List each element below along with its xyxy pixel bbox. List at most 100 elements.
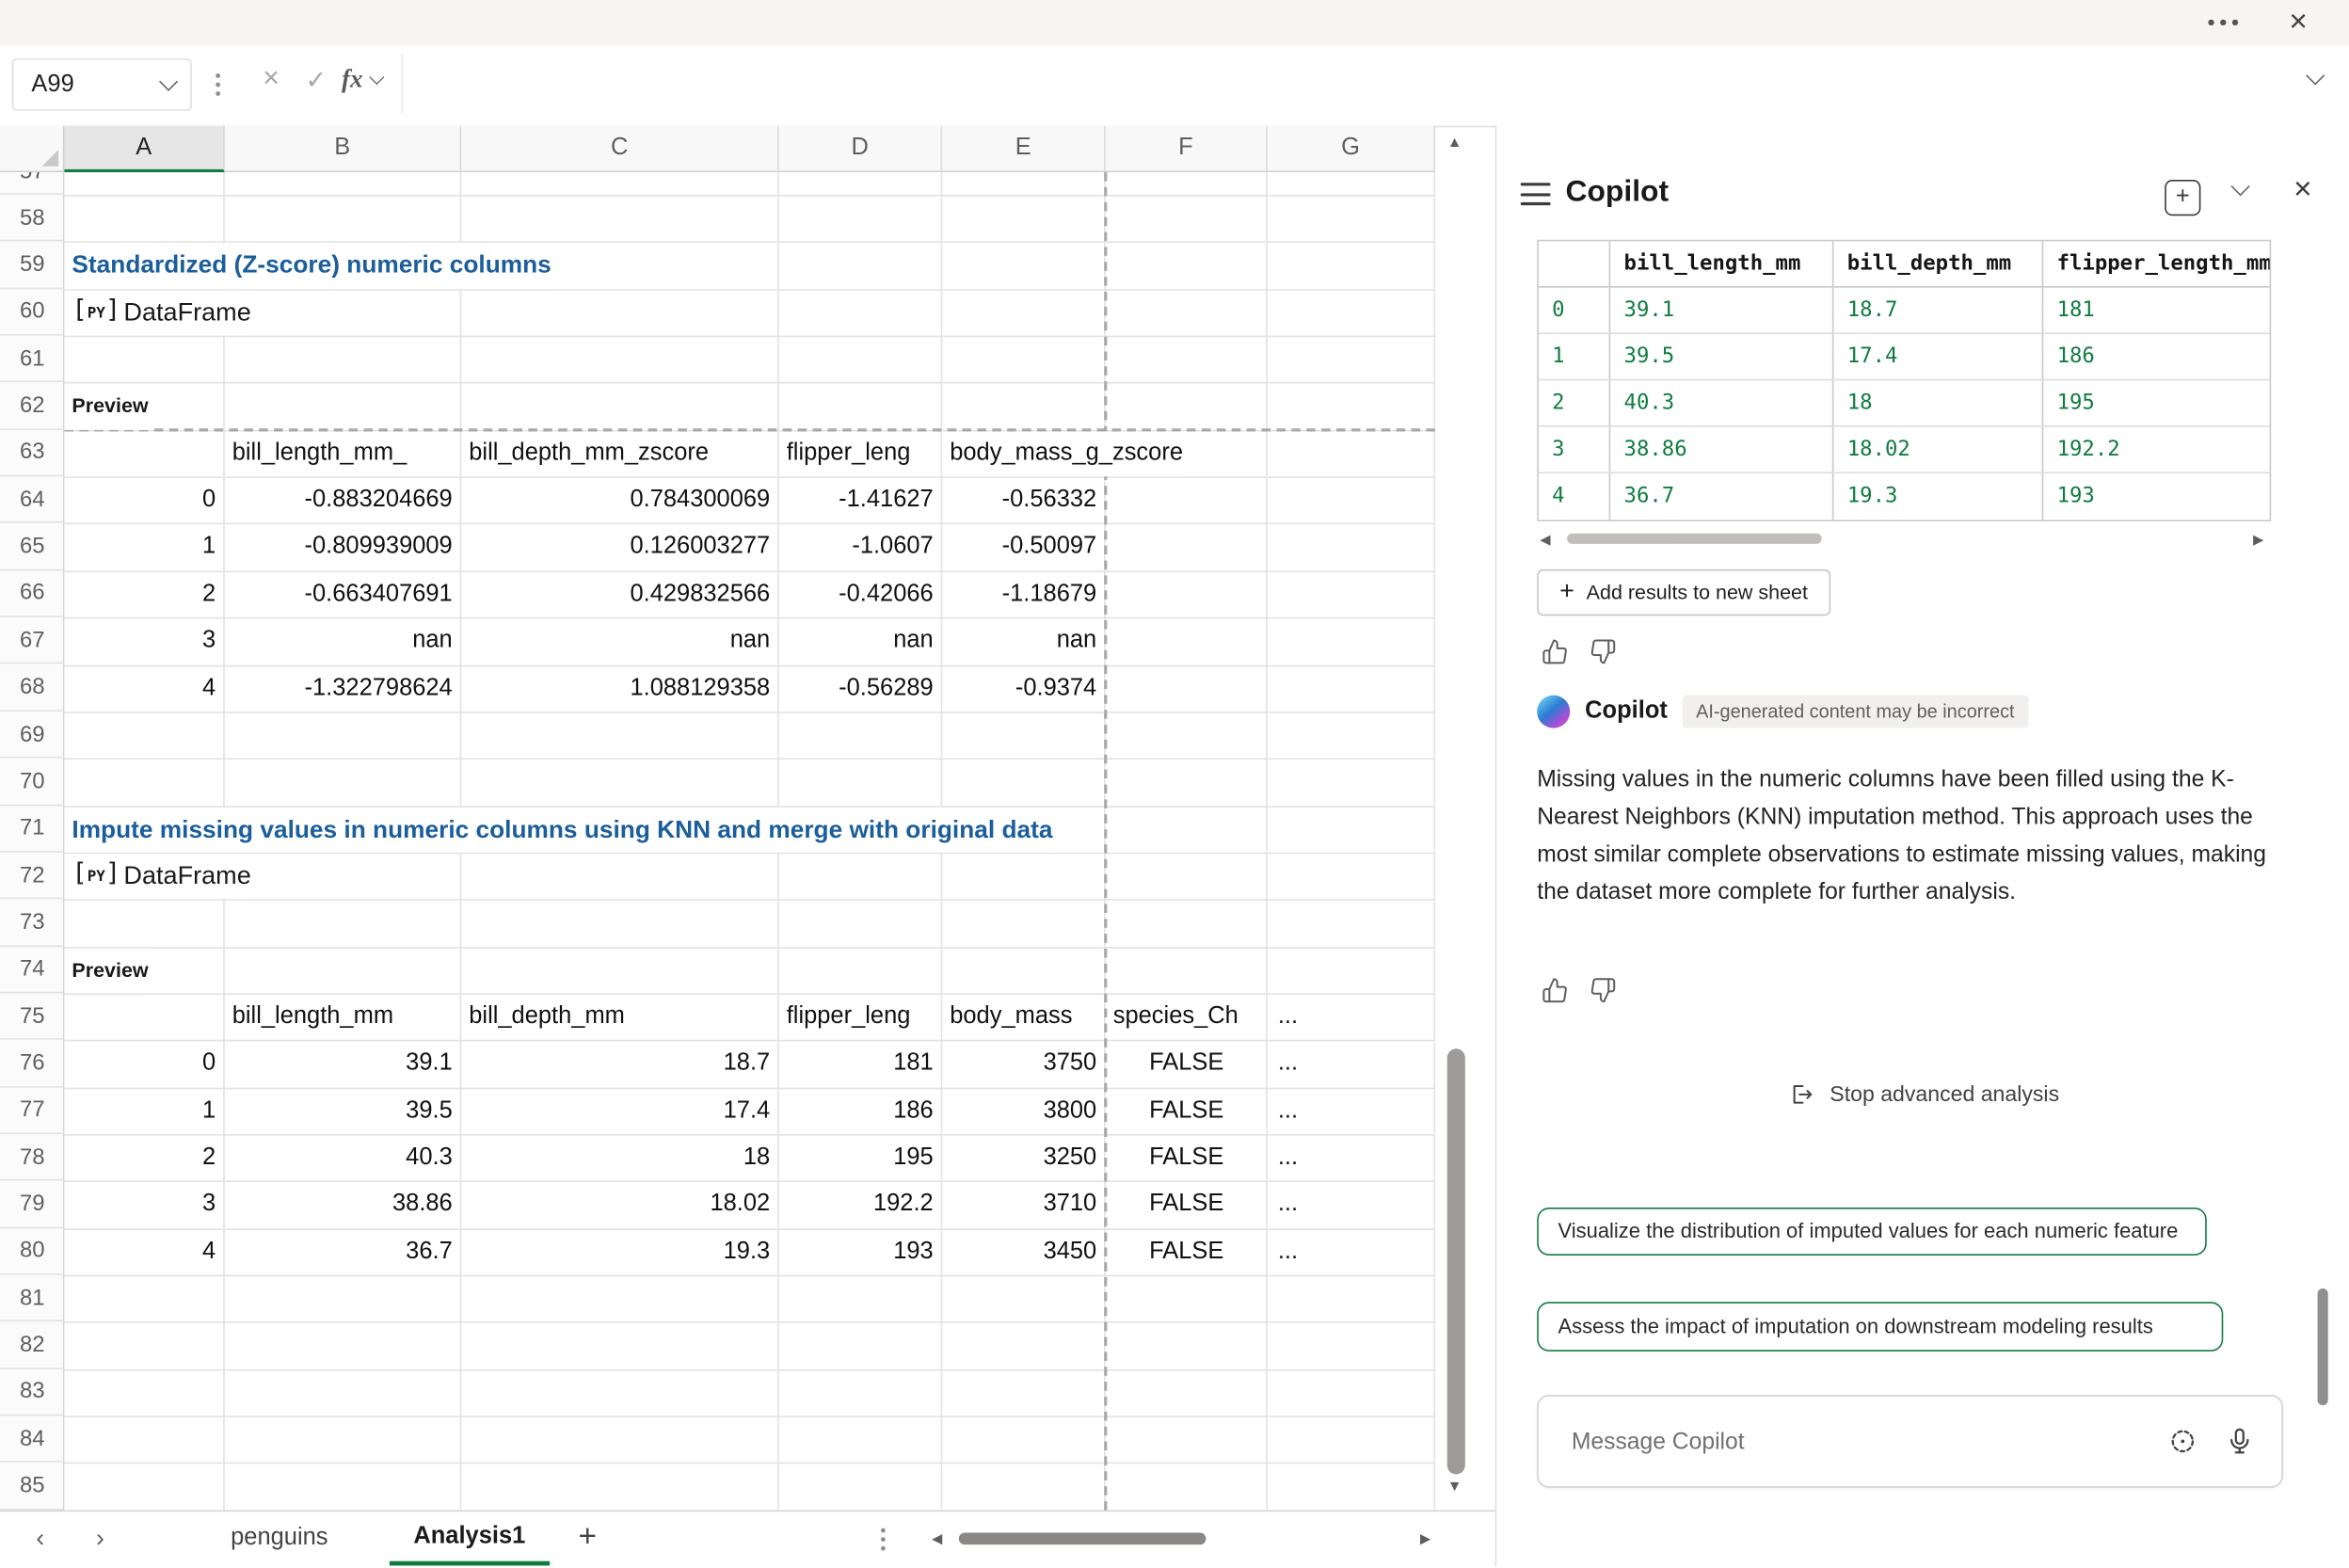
vertical-scrollbar[interactable]: ▲ ▼	[1435, 126, 1478, 1511]
cell-D67[interactable]: nan	[779, 619, 943, 664]
row-header-68[interactable]: 68	[0, 664, 64, 712]
cell-G78[interactable]: ...	[1268, 1136, 1435, 1181]
cell-D78[interactable]: 195	[779, 1136, 943, 1181]
scroll-right-icon[interactable]: ▶	[1420, 1531, 1430, 1548]
cell-A68[interactable]: 4	[64, 666, 224, 712]
thumbs-down-icon[interactable]	[1590, 977, 1617, 1004]
row-header-60[interactable]: 60	[0, 289, 64, 336]
row-header-80[interactable]: 80	[0, 1228, 64, 1275]
cell-C63[interactable]: bill_depth_mm_zscore	[461, 431, 778, 476]
panel-scrollbar-thumb[interactable]	[2318, 1288, 2328, 1405]
options-icon[interactable]	[2167, 1426, 2197, 1456]
cell-D68[interactable]: -0.56289	[779, 666, 943, 712]
row-header-58[interactable]: 58	[0, 195, 64, 242]
row-header-65[interactable]: 65	[0, 523, 64, 570]
cell-D63[interactable]: flipper_leng	[779, 431, 943, 476]
row-header-74[interactable]: 74	[0, 946, 64, 993]
cell-G75[interactable]: ...	[1268, 995, 1435, 1040]
cell-A62[interactable]: Preview	[64, 384, 148, 429]
cell-D75[interactable]: flipper_leng	[779, 995, 943, 1040]
cell-F77[interactable]: FALSE	[1106, 1089, 1268, 1134]
row-header-70[interactable]: 70	[0, 759, 64, 806]
cell-C67[interactable]: nan	[461, 619, 778, 664]
spreadsheet-grid[interactable]: Standardized (Z-score) numeric columnsPY…	[64, 172, 1435, 1511]
row-header-77[interactable]: 77	[0, 1087, 64, 1134]
cell-C80[interactable]: 19.3	[461, 1229, 778, 1274]
cell-C76[interactable]: 18.7	[461, 1042, 778, 1087]
cell-C66[interactable]: 0.429832566	[461, 572, 778, 617]
cell-A76[interactable]: 0	[64, 1042, 224, 1087]
cell-B67[interactable]: nan	[225, 619, 462, 664]
cell-A67[interactable]: 3	[64, 619, 224, 664]
cell-E65[interactable]: -0.50097	[942, 525, 1106, 570]
column-header-F[interactable]: F	[1106, 126, 1268, 172]
row-header-62[interactable]: 62	[0, 383, 64, 430]
column-header-B[interactable]: B	[225, 126, 462, 172]
cell-B64[interactable]: -0.883204669	[225, 478, 462, 523]
row-header-78[interactable]: 78	[0, 1134, 64, 1181]
cell-F80[interactable]: FALSE	[1106, 1229, 1268, 1274]
cell-D77[interactable]: 186	[779, 1089, 943, 1134]
cell-E78[interactable]: 3250	[942, 1136, 1106, 1181]
cell-G76[interactable]: ...	[1268, 1042, 1435, 1087]
cell-D79[interactable]: 192.2	[779, 1183, 943, 1228]
cell-D64[interactable]: -1.41627	[779, 478, 943, 523]
cell-B78[interactable]: 40.3	[225, 1136, 462, 1181]
column-header-C[interactable]: C	[461, 126, 778, 172]
row-header-75[interactable]: 75	[0, 993, 64, 1040]
row-header-81[interactable]: 81	[0, 1275, 64, 1322]
cell-D76[interactable]: 181	[779, 1042, 943, 1087]
cell-A71[interactable]: Impute missing values in numeric columns…	[64, 807, 1052, 852]
cell-E75[interactable]: body_mass	[942, 995, 1106, 1040]
column-header-E[interactable]: E	[942, 126, 1106, 172]
grip-icon[interactable]	[216, 73, 220, 96]
more-options-icon[interactable]	[2208, 20, 2238, 25]
cell-A72[interactable]: PYDataFrame	[64, 854, 250, 899]
cell-E79[interactable]: 3710	[942, 1183, 1106, 1228]
select-all-corner[interactable]	[0, 126, 64, 172]
sheet-options-icon[interactable]	[881, 1528, 886, 1551]
cell-B75[interactable]: bill_length_mm	[225, 995, 462, 1040]
cell-F79[interactable]: FALSE	[1106, 1183, 1268, 1228]
close-panel-icon[interactable]: ×	[2293, 172, 2312, 208]
cell-A65[interactable]: 1	[64, 525, 224, 570]
formula-input[interactable]	[402, 54, 2288, 114]
cell-E67[interactable]: nan	[942, 619, 1106, 664]
cell-B63[interactable]: bill_length_mm_	[225, 431, 462, 476]
copilot-result-table[interactable]: bill_length_mmbill_depth_mmflipper_lengt…	[1537, 240, 2271, 521]
sheet-tab-penguins[interactable]: penguins	[207, 1512, 352, 1565]
thumbs-up-icon[interactable]	[1542, 977, 1569, 1004]
row-header-82[interactable]: 82	[0, 1322, 64, 1369]
row-header-71[interactable]: 71	[0, 806, 64, 853]
cell-B79[interactable]: 38.86	[225, 1183, 462, 1228]
cell-G80[interactable]: ...	[1268, 1229, 1435, 1274]
row-header-85[interactable]: 85	[0, 1463, 64, 1510]
table-scrollbar-thumb[interactable]	[1567, 534, 1822, 544]
add-results-button[interactable]: + Add results to new sheet	[1537, 569, 1830, 616]
cell-F76[interactable]: FALSE	[1106, 1042, 1268, 1087]
vertical-scrollbar-thumb[interactable]	[1447, 1048, 1465, 1474]
cancel-entry-icon[interactable]: ×	[251, 63, 290, 96]
cell-E64[interactable]: -0.56332	[942, 478, 1106, 523]
row-header-84[interactable]: 84	[0, 1416, 64, 1463]
cell-C77[interactable]: 17.4	[461, 1089, 778, 1134]
cell-D66[interactable]: -0.42066	[779, 572, 943, 617]
scroll-left-icon[interactable]: ◀	[1540, 532, 1550, 549]
cell-B65[interactable]: -0.809939009	[225, 525, 462, 570]
name-box[interactable]: A99	[12, 58, 192, 111]
menu-icon[interactable]	[1521, 183, 1551, 212]
suggestion-chip[interactable]: Assess the impact of imputation on downs…	[1537, 1302, 2223, 1352]
table-horizontal-scrollbar[interactable]: ◀ ▶	[1537, 531, 2274, 549]
message-copilot-input[interactable]	[1569, 1397, 2085, 1490]
cell-A60[interactable]: PYDataFrame	[64, 290, 250, 335]
cell-A59[interactable]: Standardized (Z-score) numeric columns	[64, 243, 551, 288]
row-header-79[interactable]: 79	[0, 1181, 64, 1228]
cell-E76[interactable]: 3750	[942, 1042, 1106, 1087]
scroll-up-icon[interactable]: ▲	[1447, 135, 1462, 152]
cell-A64[interactable]: 0	[64, 478, 224, 523]
row-header-63[interactable]: 63	[0, 429, 64, 476]
prev-sheet-icon[interactable]: ‹	[36, 1524, 44, 1554]
horizontal-scrollbar[interactable]: ◀ ▶	[926, 1512, 1443, 1567]
new-chat-icon[interactable]: +	[2165, 180, 2200, 216]
thumbs-up-icon[interactable]	[1542, 638, 1569, 665]
